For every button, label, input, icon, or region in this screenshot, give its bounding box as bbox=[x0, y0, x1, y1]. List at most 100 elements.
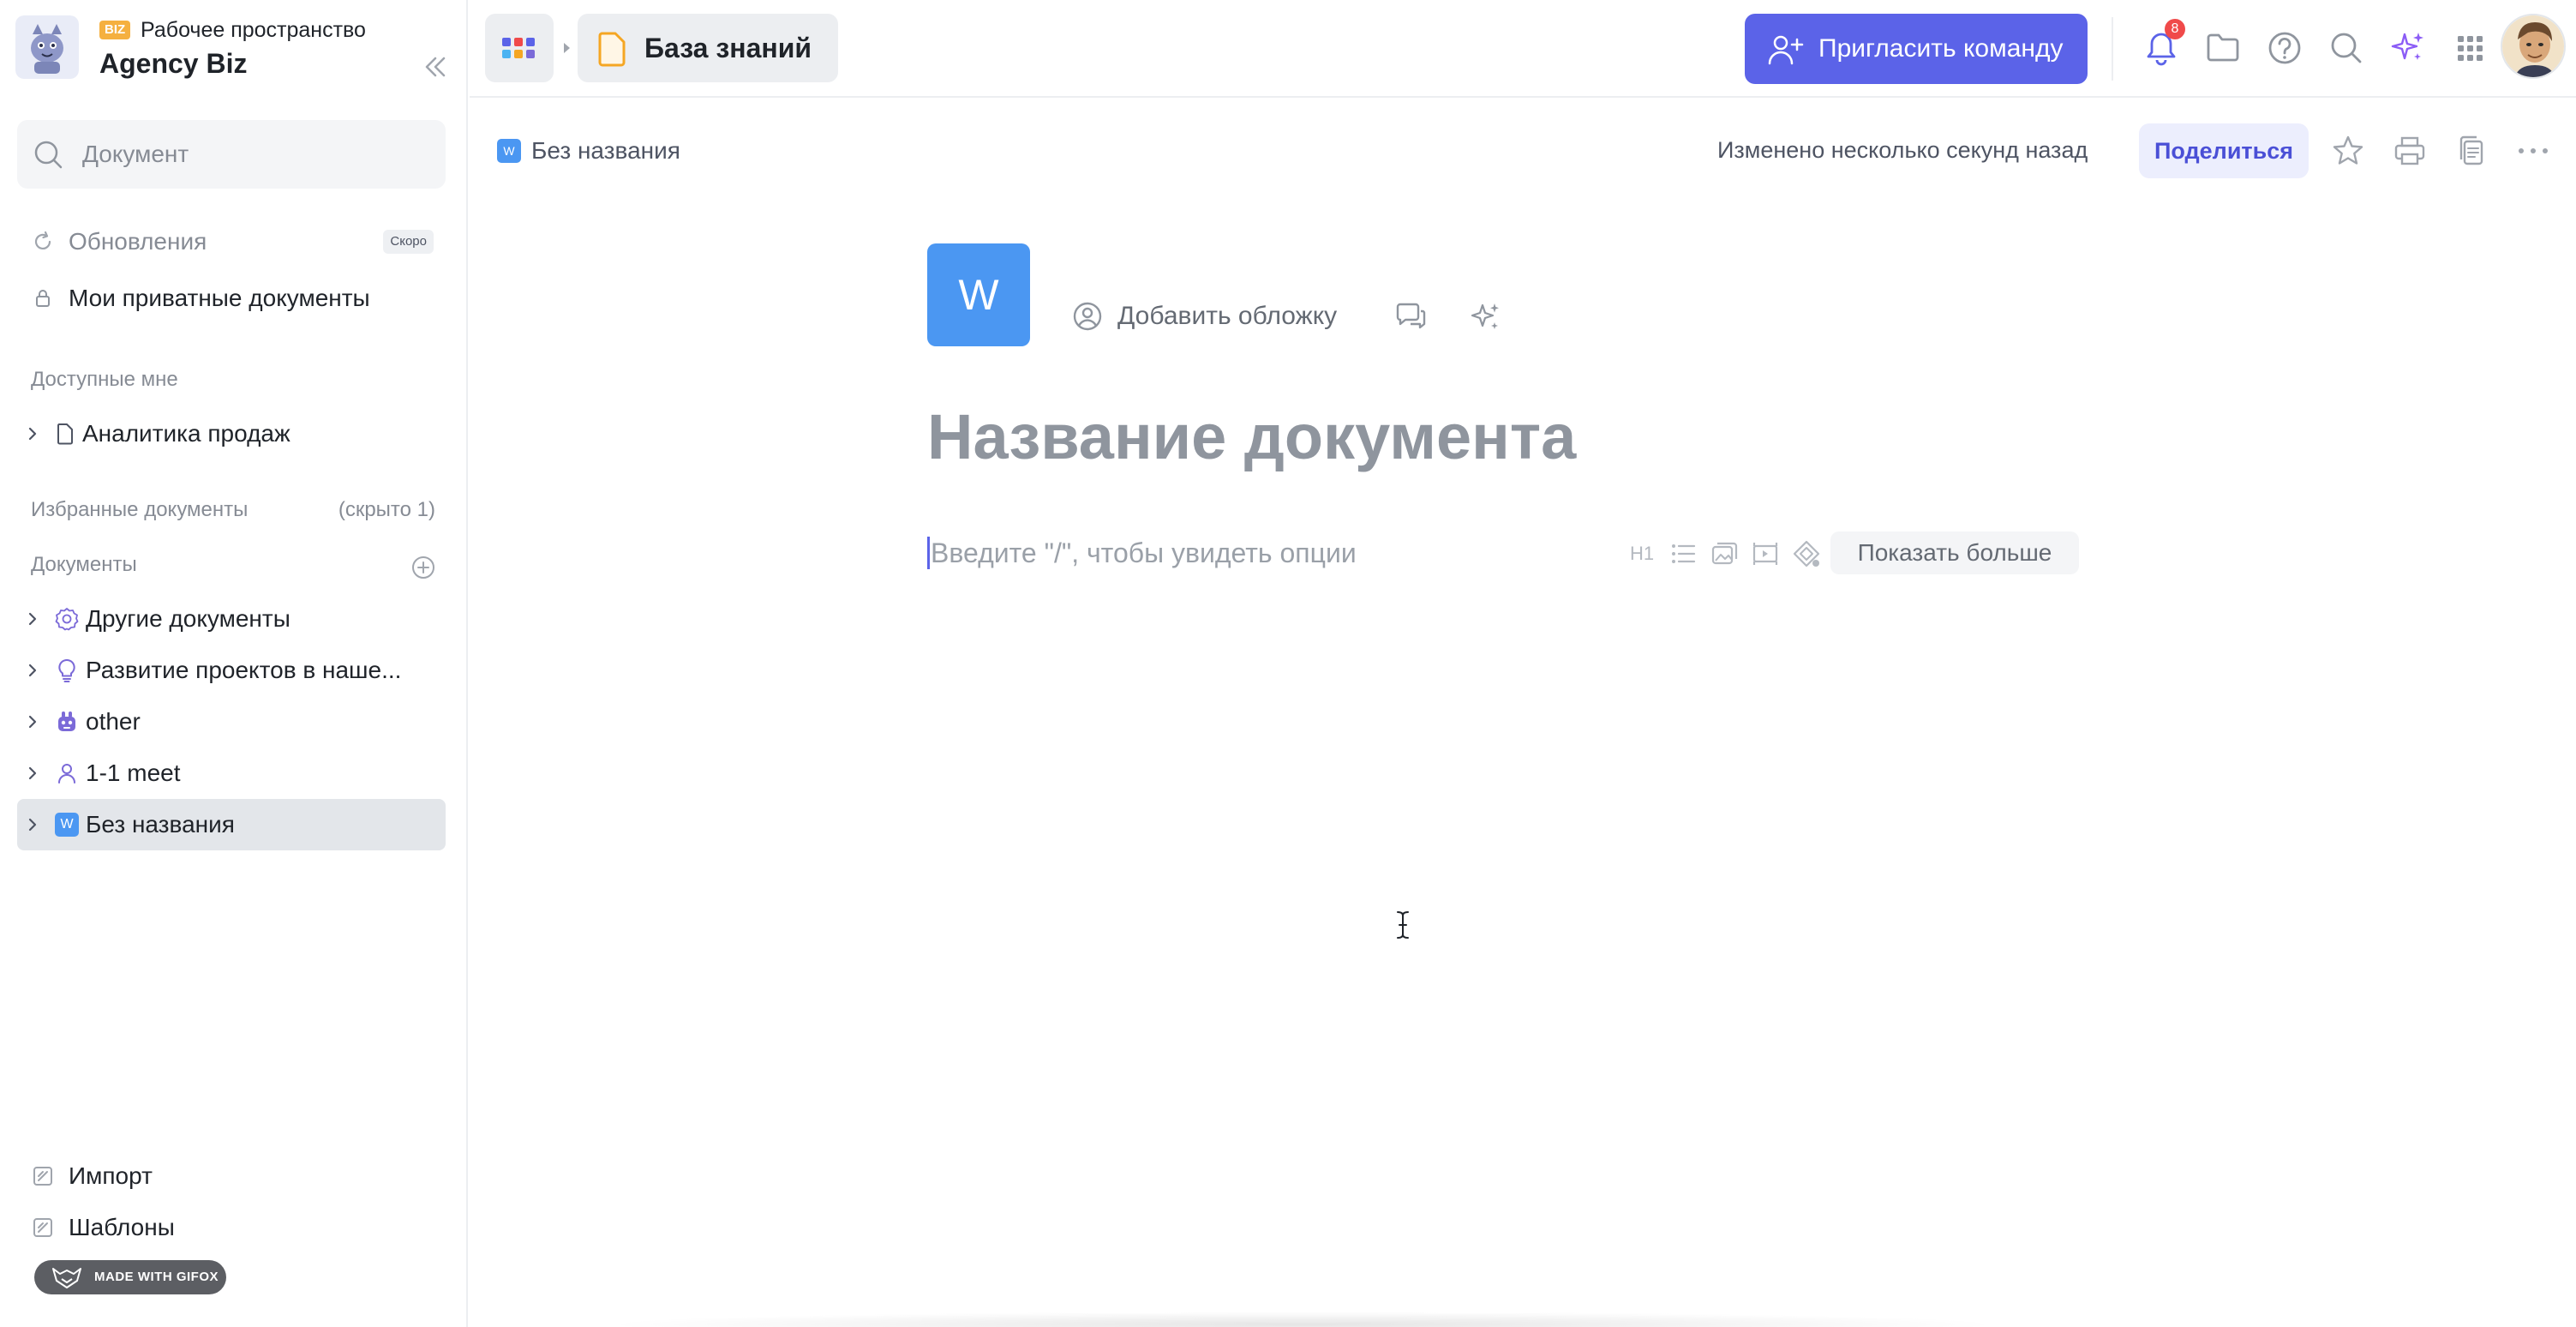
chevron-right-icon[interactable] bbox=[17, 408, 48, 459]
app-launcher-button[interactable] bbox=[2442, 21, 2497, 75]
notifications-button[interactable]: 8 bbox=[2134, 19, 2189, 75]
comments-button[interactable] bbox=[1390, 297, 1431, 338]
grid-dots-icon bbox=[2458, 36, 2483, 61]
show-more-button[interactable]: Показать больше bbox=[1830, 531, 2079, 574]
tree-item-sales-analytics[interactable]: Аналитика продаж bbox=[17, 408, 446, 459]
document-body-input[interactable]: Введите "/", чтобы увидеть опции bbox=[931, 531, 1357, 574]
document-breadcrumb[interactable]: W Без названия bbox=[497, 137, 680, 165]
user-avatar[interactable] bbox=[2501, 14, 2566, 79]
tree-item-one-on-one[interactable]: 1-1 meet bbox=[17, 748, 446, 799]
tree-item-other[interactable]: other bbox=[17, 696, 446, 748]
chevron-right-icon[interactable] bbox=[17, 696, 48, 748]
template-block-button[interactable] bbox=[1788, 535, 1825, 573]
star-icon bbox=[2333, 135, 2363, 165]
more-options-button[interactable] bbox=[2511, 129, 2555, 173]
chevron-right-icon[interactable] bbox=[17, 748, 48, 799]
favorites-hidden-count[interactable]: (скрыто 1) bbox=[338, 493, 435, 527]
document-letter-icon: W bbox=[48, 799, 86, 850]
copy-icon bbox=[2459, 135, 2483, 165]
favorite-button[interactable] bbox=[2326, 129, 2370, 173]
collapse-sidebar-icon[interactable] bbox=[416, 50, 454, 84]
heading-icon: H1 bbox=[1629, 543, 1655, 564]
add-document-icon[interactable] bbox=[408, 552, 439, 583]
ai-assistant-button[interactable] bbox=[2381, 21, 2435, 75]
list-block-button[interactable] bbox=[1664, 535, 1702, 573]
chevron-right-icon[interactable] bbox=[17, 645, 48, 696]
folder-icon bbox=[2207, 33, 2239, 62]
chevron-right-icon[interactable] bbox=[17, 593, 48, 645]
breadcrumb-document-title: Без названия bbox=[531, 137, 680, 164]
sidebar-item-label: Шаблоны bbox=[69, 1214, 175, 1240]
search-input[interactable] bbox=[82, 120, 425, 189]
tree-item-project-development[interactable]: Развитие проектов в наше... bbox=[17, 645, 446, 696]
search-icon bbox=[2331, 33, 2362, 63]
fox-logo-icon bbox=[52, 1268, 81, 1288]
sidebar-item-label: Мои приватные документы bbox=[69, 285, 370, 311]
tree-item-label: 1-1 meet bbox=[86, 760, 181, 786]
tree-item-label: other bbox=[86, 708, 141, 735]
sidebar-item-updates[interactable]: Обновления Скоро bbox=[17, 218, 446, 266]
ai-generate-button[interactable] bbox=[1465, 297, 1507, 338]
topbar-divider bbox=[2112, 17, 2113, 81]
embed-block-button[interactable] bbox=[1746, 535, 1784, 573]
help-icon bbox=[2268, 32, 2301, 64]
comments-icon bbox=[1396, 303, 1426, 329]
knowledge-base-icon bbox=[598, 32, 626, 67]
tree-item-untitled[interactable]: W Без названия bbox=[17, 799, 446, 850]
top-bar: База знаний Пригласить команду 8 bbox=[470, 0, 2576, 98]
workspace-subtitle: Рабочее пространство bbox=[141, 18, 366, 42]
sidebar-item-private-docs[interactable]: Мои приватные документы bbox=[17, 274, 446, 322]
document-title-input[interactable]: Название документа bbox=[927, 394, 1576, 480]
text-caret bbox=[927, 537, 930, 569]
diamond-icon bbox=[1793, 540, 1820, 567]
image-icon bbox=[1711, 542, 1738, 565]
import-icon bbox=[17, 1152, 69, 1200]
last-modified-status: Изменено несколько секунд назад bbox=[1717, 137, 2088, 163]
document-icon bbox=[48, 408, 82, 459]
sidebar-item-import[interactable]: Импорт bbox=[17, 1152, 446, 1200]
section-documents-title: Документы bbox=[31, 553, 137, 576]
help-button[interactable] bbox=[2257, 21, 2312, 75]
tree-item-label: Аналитика продаж bbox=[82, 420, 291, 447]
apps-button[interactable] bbox=[485, 14, 554, 82]
workspace-plan-badge: BIZ bbox=[99, 21, 131, 39]
sidebar-item-templates[interactable]: Шаблоны bbox=[17, 1204, 446, 1252]
add-user-icon bbox=[1768, 35, 1804, 65]
add-cover-label: Добавить обложку bbox=[1117, 302, 1338, 330]
mouse-text-cursor-icon bbox=[1397, 911, 1409, 939]
gifox-watermark: MADE WITH GIFOX bbox=[34, 1260, 226, 1294]
sparkles-icon bbox=[1471, 303, 1499, 329]
chevron-right-icon[interactable] bbox=[17, 799, 48, 850]
more-horizontal-icon bbox=[2519, 148, 2548, 153]
sidebar: BIZ Рабочее пространство Agency Biz Обно… bbox=[0, 0, 468, 1327]
files-button[interactable] bbox=[2196, 21, 2250, 75]
document-icon-tile[interactable]: W bbox=[927, 243, 1030, 346]
global-search-button[interactable] bbox=[2319, 21, 2374, 75]
add-cover-button[interactable]: Добавить обложку bbox=[1071, 300, 1337, 333]
gifox-label: MADE WITH GIFOX bbox=[94, 1270, 219, 1284]
tree-item-other-docs[interactable]: Другие документы bbox=[17, 593, 446, 645]
notification-count-badge: 8 bbox=[2165, 19, 2185, 39]
printer-icon bbox=[2394, 136, 2425, 165]
image-block-button[interactable] bbox=[1705, 535, 1743, 573]
search-icon bbox=[34, 141, 63, 169]
gear-icon bbox=[48, 593, 86, 645]
lock-icon bbox=[17, 274, 69, 322]
sidebar-search[interactable] bbox=[17, 120, 446, 189]
coming-soon-badge: Скоро bbox=[383, 230, 434, 254]
print-button[interactable] bbox=[2387, 129, 2432, 173]
workspace-header[interactable]: BIZ Рабочее пространство Agency Biz bbox=[15, 15, 452, 79]
lightbulb-icon bbox=[48, 645, 86, 696]
tree-item-label: Без названия bbox=[86, 811, 235, 838]
sidebar-item-label: Обновления bbox=[69, 228, 207, 255]
knowledge-base-button[interactable]: База знаний bbox=[578, 14, 838, 82]
invite-team-button[interactable]: Пригласить команду bbox=[1745, 14, 2088, 84]
robot-icon bbox=[48, 696, 86, 748]
sidebar-item-label: Импорт bbox=[69, 1162, 153, 1189]
tree-item-label: Развитие проектов в наше... bbox=[86, 657, 402, 683]
bullet-list-icon bbox=[1672, 544, 1696, 563]
copy-button[interactable] bbox=[2449, 129, 2494, 173]
heading-block-button[interactable]: H1 bbox=[1623, 535, 1661, 573]
workspace-name: Agency Biz bbox=[99, 48, 248, 79]
share-button[interactable]: Поделиться bbox=[2139, 123, 2309, 178]
